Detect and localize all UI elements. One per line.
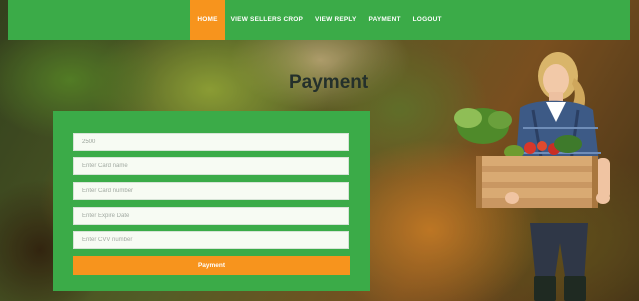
card-name-field[interactable] <box>73 157 349 175</box>
cvv-field[interactable] <box>73 231 349 249</box>
nav-payment[interactable]: PAYMENT <box>363 0 407 40</box>
nav-view-reply[interactable]: VIEW REPLY <box>309 0 363 40</box>
amount-field[interactable] <box>73 133 349 151</box>
nav-logout[interactable]: LOGOUT <box>407 0 448 40</box>
page-title: Payment <box>289 72 369 93</box>
top-navbar: HOME VIEW SELLERS CROP VIEW REPLY PAYMEN… <box>8 0 630 40</box>
payment-form: Payment <box>53 111 370 291</box>
expire-date-field[interactable] <box>73 207 349 225</box>
nav-home[interactable]: HOME <box>190 0 225 40</box>
payment-button[interactable]: Payment <box>73 256 350 275</box>
nav-view-sellers-crop[interactable]: VIEW SELLERS CROP <box>225 0 309 40</box>
farmer-with-vegetable-crate-image <box>454 52 610 301</box>
card-number-field[interactable] <box>73 182 349 200</box>
